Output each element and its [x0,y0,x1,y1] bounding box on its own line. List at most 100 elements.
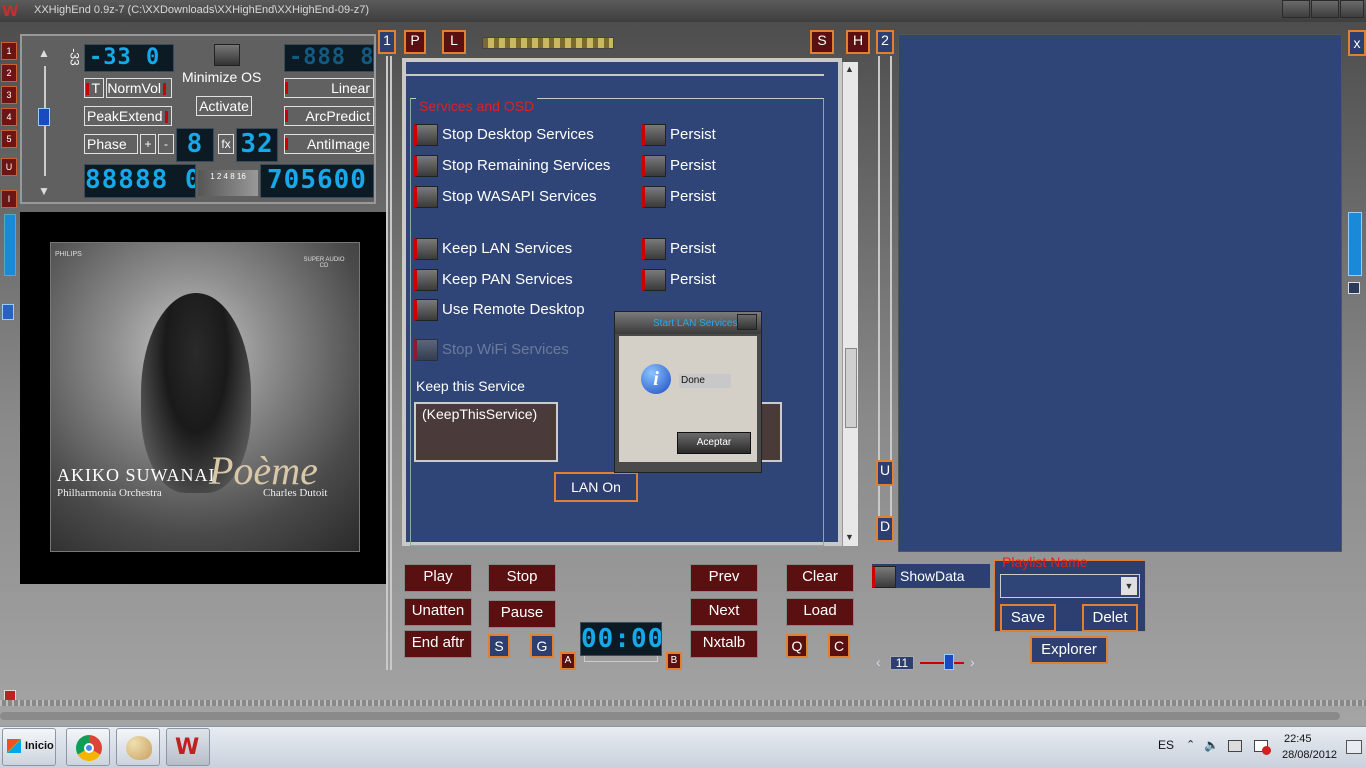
persist-checkbox-3[interactable] [642,186,666,208]
keep-lan-services-row[interactable]: Keep LAN Services [414,238,572,262]
page-slider-thumb[interactable] [944,654,954,670]
persist-checkbox-1[interactable] [642,124,666,146]
activate-button[interactable]: Activate [196,96,252,116]
s-button[interactable]: S [488,634,510,658]
persist-checkbox-4[interactable] [642,238,666,260]
load-button[interactable]: Load [786,598,854,626]
pause-button[interactable]: Pause [488,600,556,628]
chevron-up-icon[interactable]: ▲ [38,46,50,60]
network-icon[interactable] [1228,740,1242,752]
action-center-icon[interactable] [1254,740,1271,755]
language-indicator[interactable]: ES [1158,738,1174,752]
next-album-button[interactable]: Nxtalb [690,630,758,658]
normvol-button[interactable]: NormVol [106,78,172,98]
show-hidden-icons[interactable]: ⌃ [1186,738,1195,751]
stop-remaining-checkbox[interactable] [414,155,438,177]
persist-row-2[interactable]: Persist [642,155,716,179]
end-after-button[interactable]: End aftr [404,630,472,658]
keep-pan-services-row[interactable]: Keep PAN Services [414,269,573,293]
clear-button[interactable]: Clear [786,564,854,592]
a-button[interactable]: A [560,652,576,670]
volume-slider-thumb[interactable] [38,108,50,126]
show-desktop-button[interactable] [1346,740,1362,754]
stop-remaining-services-row[interactable]: Stop Remaining Services [414,155,610,179]
scroll-down-icon[interactable]: ▼ [845,532,854,542]
dialog-ok-button[interactable]: Aceptar [677,432,751,454]
peakextend-button[interactable]: PeakExtend [84,106,172,126]
scrollbar[interactable]: ▲ ▼ [842,62,858,546]
chevron-down-icon[interactable]: ▼ [38,184,50,198]
maximize-window-button[interactable] [1311,0,1339,18]
arcpredict-button[interactable]: ArcPredict [284,106,374,126]
side-nav-2[interactable]: 2 [1,64,17,82]
keep-service-textbox[interactable]: (KeepThisService) [414,402,558,462]
linear-button[interactable]: Linear [284,78,374,98]
h-button[interactable]: H [846,30,870,54]
stop-wasapi-checkbox[interactable] [414,186,438,208]
stop-wasapi-services-row[interactable]: Stop WASAPI Services [414,186,597,210]
unatten-button[interactable]: Unatten [404,598,472,626]
close-window-button[interactable] [1340,0,1364,18]
side-nav-3[interactable]: 3 [1,86,17,104]
volume-icon[interactable]: 🔈 [1204,738,1219,752]
q-button[interactable]: Q [786,634,808,658]
position-slider-track[interactable] [0,700,1366,706]
g-button[interactable]: G [530,634,554,658]
chevron-left-icon[interactable]: ‹ [876,654,881,670]
side-nav-4[interactable]: 4 [1,108,17,126]
next-button[interactable]: Next [690,598,758,626]
use-remote-desktop-row[interactable]: Use Remote Desktop [414,299,585,323]
showdata-checkbox[interactable] [872,566,896,589]
antiimage-button[interactable]: AntiImage [284,134,374,154]
persist-checkbox-2[interactable] [642,155,666,177]
clock-date[interactable]: 28/08/2012 [1282,749,1337,761]
u-button[interactable]: U [876,460,894,486]
scroll-up-icon[interactable]: ▲ [845,64,854,74]
persist-checkbox-5[interactable] [642,269,666,291]
phase-button[interactable]: Phase [84,134,138,154]
start-button[interactable]: Inicio [2,728,56,766]
s-top-button[interactable]: S [810,30,834,54]
keep-pan-checkbox[interactable] [414,269,438,291]
playlist-name-dropdown[interactable]: ▼ [1000,574,1140,598]
side-nav-1[interactable]: 1 [1,42,17,60]
clock-time[interactable]: 22:45 [1284,733,1312,745]
paint-taskbar-button[interactable] [116,728,160,766]
side-nav-i[interactable]: I [1,190,17,208]
save-playlist-button[interactable]: Save [1000,604,1056,632]
scroll-thumb[interactable] [845,348,857,428]
side-slider-thumb[interactable] [2,304,14,320]
explorer-button[interactable]: Explorer [1030,636,1108,664]
close-playlist-button[interactable]: x [1348,30,1366,56]
prev-button[interactable]: Prev [690,564,758,592]
side-nav-5[interactable]: 5 [1,130,17,148]
stop-button[interactable]: Stop [488,564,556,592]
stop-desktop-checkbox[interactable] [414,124,438,146]
lan-on-button[interactable]: LAN On [554,472,638,502]
chevron-down-icon[interactable]: ▼ [1121,577,1137,595]
persist-row-3[interactable]: Persist [642,186,716,210]
persist-row-5[interactable]: Persist [642,269,716,293]
panel-2-button[interactable]: 2 [876,30,894,54]
playlist-mini-button[interactable] [1348,282,1360,294]
t-button[interactable]: T [84,78,104,98]
minimize-window-button[interactable] [1282,0,1310,18]
chevron-right-icon[interactable]: › [970,654,975,670]
play-button[interactable]: Play [404,564,472,592]
c-button[interactable]: C [828,634,850,658]
keep-lan-checkbox[interactable] [414,238,438,260]
p-button[interactable]: P [404,30,426,54]
remote-desktop-checkbox[interactable] [414,299,438,321]
stop-desktop-services-row[interactable]: Stop Desktop Services [414,124,594,148]
phase-plus-button[interactable]: + [140,134,156,154]
b-button[interactable]: B [666,652,682,670]
minimize-os-toggle[interactable] [214,44,240,66]
app-logo-icon[interactable]: W [2,2,22,20]
d-button[interactable]: D [876,516,894,542]
persist-row-4[interactable]: Persist [642,238,716,262]
fx-button[interactable]: fx [218,134,234,154]
persist-row-1[interactable]: Persist [642,124,716,148]
xxhighend-taskbar-button[interactable]: W [166,728,210,766]
showdata-toggle[interactable]: ShowData [872,564,990,589]
l-button[interactable]: L [442,30,466,54]
